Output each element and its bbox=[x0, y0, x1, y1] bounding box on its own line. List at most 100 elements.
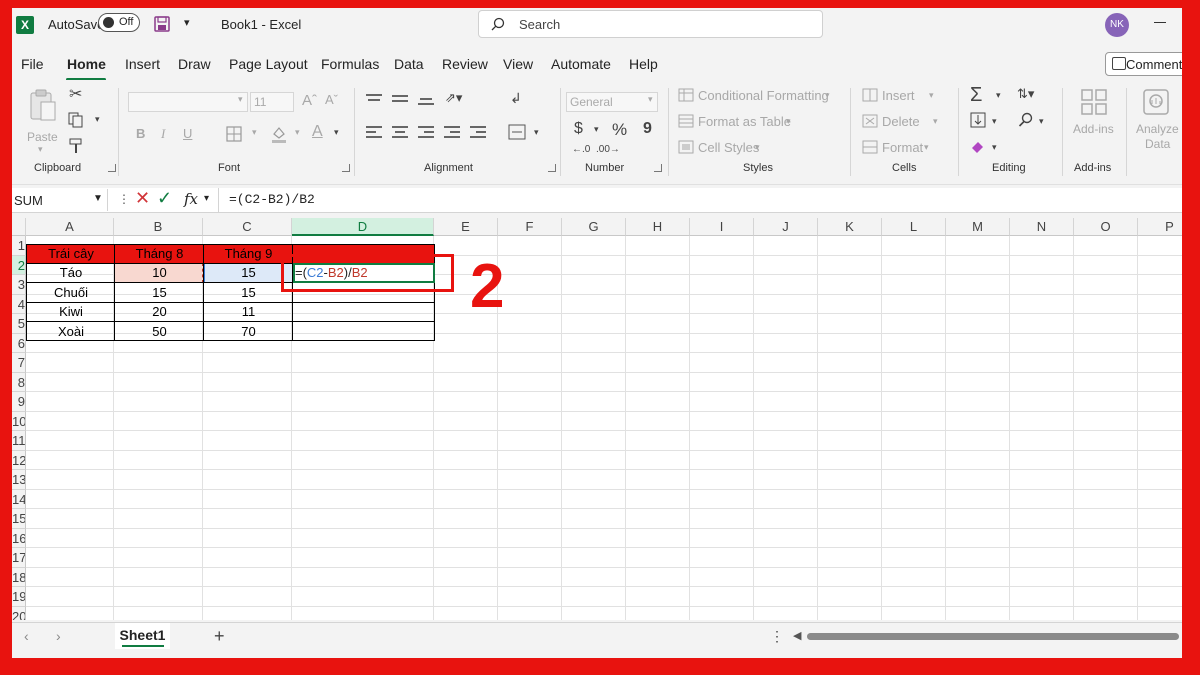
format-painter-icon[interactable] bbox=[68, 138, 84, 154]
sheet-tab-sheet1[interactable]: Sheet1 bbox=[115, 623, 170, 649]
column-header-f[interactable]: F bbox=[498, 218, 562, 236]
insert-cells-button[interactable]: Insert bbox=[882, 88, 915, 103]
conditional-dropdown-icon[interactable]: ▾ bbox=[825, 90, 830, 101]
decrease-decimal-icon[interactable]: .00→ bbox=[596, 144, 620, 155]
column-header-i[interactable]: I bbox=[690, 218, 754, 236]
row-header-5[interactable]: 5 bbox=[12, 314, 26, 334]
row-header-9[interactable]: 9 bbox=[12, 392, 26, 412]
column-header-m[interactable]: M bbox=[946, 218, 1010, 236]
fill-icon[interactable] bbox=[970, 112, 986, 128]
save-icon[interactable] bbox=[154, 16, 170, 32]
tab-data[interactable]: Data bbox=[394, 56, 424, 72]
row-header-7[interactable]: 7 bbox=[12, 353, 26, 373]
tab-formulas[interactable]: Formulas bbox=[321, 56, 379, 72]
autosave-toggle[interactable]: Off bbox=[98, 13, 140, 32]
addins-icon[interactable] bbox=[1080, 88, 1108, 116]
font-name-dropdown-icon[interactable]: ▾ bbox=[238, 94, 243, 105]
number-format-dropdown-icon[interactable]: ▾ bbox=[648, 94, 653, 105]
tab-draw[interactable]: Draw bbox=[178, 56, 211, 72]
insert-function-button[interactable]: fx bbox=[184, 190, 198, 208]
font-color-icon[interactable]: A bbox=[312, 123, 323, 141]
delete-cells-button[interactable]: Delete bbox=[882, 114, 920, 129]
conditional-formatting-icon[interactable] bbox=[678, 88, 694, 102]
row-header-15[interactable]: 15 bbox=[12, 509, 26, 529]
row-header-6[interactable]: 6 bbox=[12, 333, 26, 353]
row-header-19[interactable]: 19 bbox=[12, 587, 26, 607]
formula-input[interactable]: =(C2-B2)/B2 bbox=[218, 188, 1179, 212]
tab-file[interactable]: File bbox=[21, 56, 44, 72]
cancel-icon[interactable]: ✕ bbox=[135, 188, 150, 209]
tab-help[interactable]: Help bbox=[629, 56, 658, 72]
minimize-icon[interactable] bbox=[1154, 22, 1166, 23]
paste-icon[interactable] bbox=[28, 88, 58, 122]
cell-a4[interactable]: Kiwi bbox=[27, 302, 115, 321]
currency-dropdown-icon[interactable]: ▾ bbox=[594, 124, 599, 135]
format-cells-icon[interactable] bbox=[862, 140, 878, 154]
autosum-dropdown-icon[interactable]: ▾ bbox=[996, 90, 1001, 101]
orientation-icon[interactable]: ⇗▾ bbox=[445, 90, 462, 106]
conditional-formatting-button[interactable]: Conditional Formatting bbox=[698, 88, 829, 103]
search-box[interactable]: Search bbox=[478, 10, 823, 38]
row-header-17[interactable]: 17 bbox=[12, 548, 26, 568]
borders-icon[interactable] bbox=[226, 126, 242, 142]
add-sheet-button[interactable]: + bbox=[214, 626, 225, 647]
column-header-e[interactable]: E bbox=[434, 218, 498, 236]
cell-a3[interactable]: Chuối bbox=[27, 283, 115, 302]
function-dropdown-icon[interactable]: ▾ bbox=[204, 193, 209, 204]
column-header-c[interactable]: C bbox=[203, 218, 292, 236]
clear-dropdown-icon[interactable]: ▾ bbox=[992, 142, 997, 153]
clear-icon[interactable] bbox=[970, 138, 986, 154]
bottom-align-icon[interactable] bbox=[418, 92, 434, 106]
copy-icon[interactable] bbox=[68, 112, 84, 128]
increase-decimal-icon[interactable]: ←.0 bbox=[572, 144, 590, 155]
decrease-font-icon[interactable]: Aˇ bbox=[325, 92, 338, 107]
cell-c3[interactable]: 15 bbox=[204, 283, 293, 302]
tab-review[interactable]: Review bbox=[442, 56, 488, 72]
column-header-j[interactable]: J bbox=[754, 218, 818, 236]
number-launcher-icon[interactable] bbox=[654, 164, 662, 172]
name-box-dropdown-icon[interactable]: ▼ bbox=[93, 193, 103, 204]
customize-qat-icon[interactable]: ▾ bbox=[184, 16, 190, 29]
addins-button[interactable]: Add-ins bbox=[1073, 122, 1114, 136]
prev-sheet-icon[interactable]: ‹ bbox=[24, 628, 29, 644]
borders-dropdown-icon[interactable]: ▾ bbox=[252, 127, 257, 138]
row-header-16[interactable]: 16 bbox=[12, 528, 26, 548]
horizontal-scrollbar[interactable] bbox=[807, 633, 1179, 640]
row-header-1[interactable]: 1 bbox=[12, 236, 26, 256]
enter-icon[interactable]: ✓ bbox=[157, 188, 172, 209]
cell-c5[interactable]: 70 bbox=[204, 322, 293, 341]
row-header-18[interactable]: 18 bbox=[12, 567, 26, 587]
find-select-icon[interactable] bbox=[1018, 112, 1034, 128]
column-header-o[interactable]: O bbox=[1074, 218, 1138, 236]
align-right-icon[interactable] bbox=[418, 124, 434, 140]
bold-button[interactable]: B bbox=[136, 126, 145, 141]
font-name-box[interactable] bbox=[128, 92, 248, 112]
row-header-12[interactable]: 12 bbox=[12, 450, 26, 470]
more-options-icon[interactable]: ⋮ bbox=[118, 192, 130, 206]
row-header-11[interactable]: 11 bbox=[12, 431, 26, 451]
tab-view[interactable]: View bbox=[503, 56, 533, 72]
merge-dropdown-icon[interactable]: ▾ bbox=[534, 127, 539, 138]
analyze-data-label-line1[interactable]: Analyze bbox=[1136, 122, 1179, 136]
cell-b3[interactable]: 15 bbox=[115, 283, 204, 302]
tab-insert[interactable]: Insert bbox=[125, 56, 160, 72]
wrap-text-icon[interactable]: ↲ bbox=[510, 90, 522, 107]
sort-filter-icon[interactable]: ⇅▾ bbox=[1017, 86, 1034, 102]
row-header-20[interactable]: 20 bbox=[12, 606, 26, 620]
underline-button[interactable]: U bbox=[183, 126, 192, 141]
row-header-4[interactable]: 4 bbox=[12, 294, 26, 314]
cell-c2[interactable]: 15 bbox=[204, 263, 293, 282]
name-box[interactable]: SUM ▼ bbox=[12, 189, 108, 211]
font-size-box[interactable]: 11 bbox=[250, 92, 294, 112]
scroll-left-icon[interactable]: ◀ bbox=[793, 629, 801, 642]
increase-indent-icon[interactable] bbox=[470, 124, 486, 140]
currency-button[interactable]: $ bbox=[574, 120, 583, 138]
format-cells-button[interactable]: Format bbox=[882, 140, 923, 155]
column-header-d[interactable]: D bbox=[292, 218, 434, 236]
tab-page-layout[interactable]: Page Layout bbox=[229, 56, 308, 72]
format-dropdown-icon[interactable]: ▾ bbox=[924, 142, 929, 153]
find-dropdown-icon[interactable]: ▾ bbox=[1039, 116, 1044, 127]
top-align-icon[interactable] bbox=[366, 92, 382, 106]
column-header-a[interactable]: A bbox=[26, 218, 114, 236]
row-header-14[interactable]: 14 bbox=[12, 489, 26, 509]
